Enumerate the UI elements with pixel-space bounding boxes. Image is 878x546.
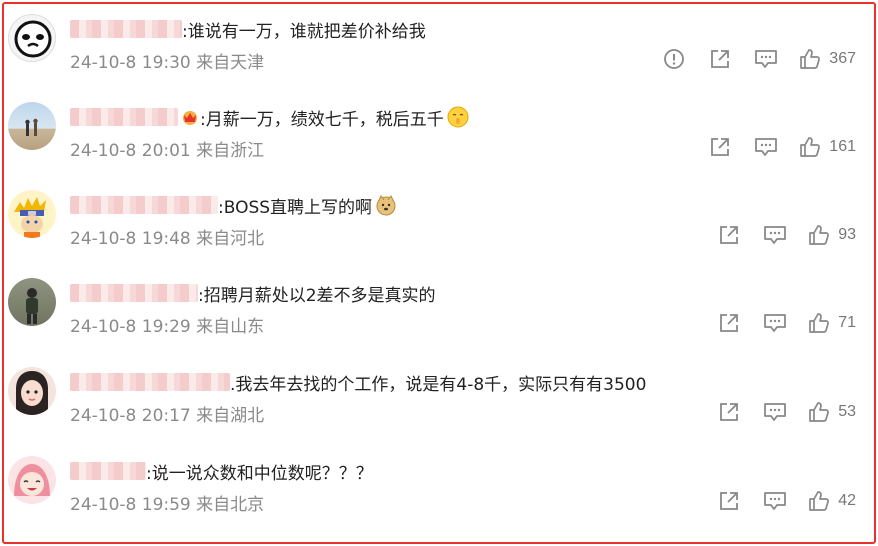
doge-emoji-icon [375,194,397,216]
share-icon[interactable] [716,310,742,336]
like-count: 42 [838,492,856,509]
comment-item: :BOSS直聘上写的啊 24-10-8 19:48 来自河北 93 [8,182,868,270]
like-count: 53 [838,403,856,420]
comment-location: 来自河北 [196,229,265,249]
comment-date: 24-10-8 19:59 [70,495,191,515]
like-button[interactable]: 161 [799,136,856,158]
comment-text: :说一说众数和中位数呢？？？ [146,463,373,484]
comment-icon[interactable] [762,222,788,248]
comment-text: :招聘月薪处以2差不多是真实的 [198,285,436,306]
like-icon [808,312,830,334]
crown-badge-icon [180,107,200,127]
shush-emoji-icon [447,106,469,128]
username-blurred[interactable] [70,20,182,38]
comment-icon[interactable] [762,488,788,514]
like-button[interactable]: 42 [808,490,856,512]
comment-location: 来自湖北 [196,406,265,426]
comment-date: 24-10-8 20:01 [70,141,191,161]
like-count: 93 [838,226,856,243]
share-icon[interactable] [707,46,733,72]
comment-text: :BOSS直聘上写的啊 [218,197,373,218]
comment-location: 来自天津 [196,53,265,73]
avatar[interactable] [8,14,56,62]
share-icon[interactable] [716,399,742,425]
username-blurred[interactable] [70,373,230,391]
comment-icon[interactable] [762,399,788,425]
share-icon[interactable] [716,222,742,248]
username-blurred[interactable] [70,284,198,302]
avatar[interactable] [8,190,56,238]
like-button[interactable]: 93 [808,224,856,246]
like-icon [808,224,830,246]
avatar[interactable] [8,102,56,150]
like-count: 161 [829,138,856,155]
username-blurred[interactable] [70,196,218,214]
username-blurred[interactable] [70,462,146,480]
comment-item: :招聘月薪处以2差不多是真实的 24-10-8 19:29 来自山东 71 [8,270,868,358]
comment-icon[interactable] [762,310,788,336]
comment-date: 24-10-8 19:29 [70,317,191,337]
comment-text: :谁说有一万，谁就把差价补给我 [182,21,426,42]
avatar[interactable] [8,456,56,504]
like-button[interactable]: 71 [808,312,856,334]
comment-date: 24-10-8 19:30 [70,53,191,73]
comment-location: 来自山东 [196,317,265,337]
avatar[interactable] [8,278,56,326]
report-icon[interactable] [661,46,687,72]
like-icon [799,48,821,70]
like-icon [799,136,821,158]
share-icon[interactable] [707,134,733,160]
comment-text: :月薪一万，绩效七千，税后五千 [200,109,444,130]
like-button[interactable]: 367 [799,48,856,70]
comment-date: 24-10-8 20:17 [70,406,191,426]
comment-location: 来自浙江 [196,141,265,161]
comment-location: 来自北京 [196,495,265,515]
comment-text: .我去年去找的个工作，说是有4-8千，实际只有有3500 [230,374,647,395]
like-count: 367 [829,50,856,67]
comment-icon[interactable] [753,46,779,72]
share-icon[interactable] [716,488,742,514]
comment-item: :说一说众数和中位数呢？？？ 24-10-8 19:59 来自北京 42 [8,448,868,536]
comment-item: .我去年去找的个工作，说是有4-8千，实际只有有3500 24-10-8 20:… [8,359,868,447]
like-button[interactable]: 53 [808,401,856,423]
like-icon [808,490,830,512]
comment-item: :谁说有一万，谁就把差价补给我 24-10-8 19:30 来自天津 367 [8,6,868,94]
comment-item: :月薪一万，绩效七千，税后五千 24-10-8 20:01 来自浙江 161 [8,94,868,182]
avatar[interactable] [8,367,56,415]
username-blurred[interactable] [70,108,178,126]
comment-icon[interactable] [753,134,779,160]
comment-date: 24-10-8 19:48 [70,229,191,249]
like-count: 71 [838,314,856,331]
like-icon [808,401,830,423]
